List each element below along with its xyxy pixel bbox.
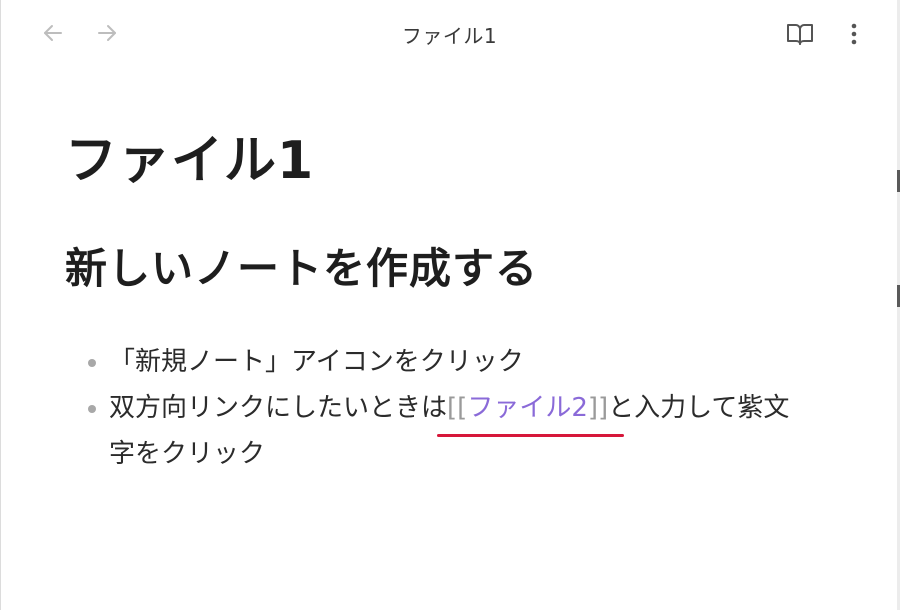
note-window: ファイル1 ファイル1 新しいノートを作成する 「新規ノート」アイコンをクリック… <box>0 0 900 610</box>
list-item-text: 双方向リンクにしたいときは <box>109 392 448 423</box>
note-title: ファイル1 <box>65 131 315 191</box>
section-heading: 新しいノートを作成する <box>65 244 539 294</box>
internal-link[interactable]: [[ファイル2]] <box>437 385 625 437</box>
book-open-icon <box>786 21 814 51</box>
link-bracket-close: ]] <box>587 392 609 423</box>
title-bar: ファイル1 <box>1 0 898 72</box>
internal-link-text[interactable]: ファイル2 <box>467 393 588 423</box>
annotation-underline <box>437 433 625 437</box>
list-item-text: 「新規ノート」アイコンをクリック <box>109 346 524 377</box>
bullet-icon <box>88 404 96 413</box>
more-vertical-icon <box>850 22 858 50</box>
bullet-icon <box>88 358 96 367</box>
list-item: 双方向リンクにしたいときは[[ファイル2]] と入力して紫文字をクリック <box>65 385 809 477</box>
view-header-title[interactable]: ファイル1 <box>1 20 898 49</box>
more-options-button[interactable] <box>839 21 869 51</box>
note-content[interactable]: ファイル1 新しいノートを作成する 「新規ノート」アイコンをクリック 双方向リン… <box>65 130 845 477</box>
bullet-list: 「新規ノート」アイコンをクリック 双方向リンクにしたいときは[[ファイル2]] と… <box>65 339 845 477</box>
list-item: 「新規ノート」アイコンをクリック <box>65 339 809 385</box>
link-bracket-open: [[ <box>447 392 468 423</box>
reading-view-button[interactable] <box>785 21 815 51</box>
